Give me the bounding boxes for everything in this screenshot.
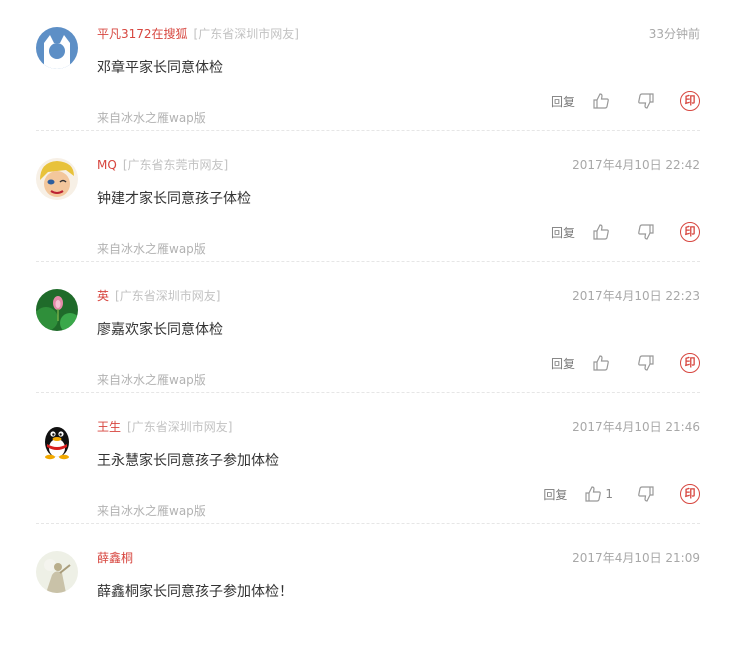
- dislike-button[interactable]: [637, 354, 655, 372]
- user-location: [广东省深圳市网友]: [127, 420, 233, 434]
- thumbs-up-icon: [592, 223, 610, 241]
- like-button[interactable]: [592, 92, 613, 110]
- default-avatar[interactable]: [36, 27, 78, 69]
- comment-meta: 王生 [广东省深圳市网友]: [97, 419, 232, 435]
- cartoon-avatar[interactable]: [36, 158, 78, 200]
- reply-button[interactable]: 回复: [551, 224, 575, 241]
- comment-text: 邓章平家长同意体检: [97, 60, 223, 76]
- comment-meta: 英 [广东省深圳市网友]: [97, 288, 220, 304]
- comment-actions: 回复 印: [551, 90, 700, 112]
- comment-time: 2017年4月10日 22:42: [572, 158, 700, 172]
- username-link[interactable]: 薛鑫桐: [97, 551, 133, 565]
- like-button[interactable]: [592, 223, 613, 241]
- comment-item: 平凡3172在搜狐 [广东省深圳市网友] 33分钟前 邓章平家长同意体检 回复 印…: [0, 0, 735, 131]
- reply-button[interactable]: 回复: [551, 93, 575, 110]
- stamp-button[interactable]: 印: [680, 91, 700, 111]
- stamp-button[interactable]: 印: [680, 222, 700, 242]
- comment-source: 来自冰水之雁wap版: [97, 504, 206, 518]
- user-location: [广东省深圳市网友]: [193, 27, 299, 41]
- username-link[interactable]: MQ: [97, 158, 117, 172]
- comment-actions: 回复 印: [551, 221, 700, 243]
- dislike-button[interactable]: [637, 223, 655, 241]
- comment-source: 来自冰水之雁wap版: [97, 373, 206, 387]
- comment-meta: 薛鑫桐: [97, 550, 139, 566]
- comment-text: 王永慧家长同意孩子参加体检: [97, 453, 279, 469]
- comment-text: 薛鑫桐家长同意孩子参加体检！: [97, 584, 293, 600]
- comment-time: 2017年4月10日 22:23: [572, 289, 700, 303]
- comment-item: 英 [广东省深圳市网友] 2017年4月10日 22:23 廖嘉欢家长同意体检 回…: [0, 262, 735, 393]
- comment-text: 钟建才家长同意孩子体检: [97, 191, 251, 207]
- comment-meta: MQ [广东省东莞市网友]: [97, 157, 228, 173]
- comment-text: 廖嘉欢家长同意体检: [97, 322, 223, 338]
- photo-avatar[interactable]: [36, 551, 78, 593]
- comment-actions: 回复 印: [551, 352, 700, 374]
- username-link[interactable]: 王生: [97, 420, 121, 434]
- like-button[interactable]: 1: [584, 485, 613, 503]
- comment-time: 2017年4月10日 21:09: [572, 551, 700, 565]
- thumbs-down-icon: [637, 354, 655, 372]
- dislike-button[interactable]: [637, 485, 655, 503]
- reply-button[interactable]: 回复: [543, 486, 567, 503]
- thumbs-up-icon: [592, 354, 610, 372]
- reply-button[interactable]: 回复: [551, 355, 575, 372]
- comment-meta: 平凡3172在搜狐 [广东省深圳市网友]: [97, 26, 299, 42]
- thumbs-down-icon: [637, 92, 655, 110]
- comment-item: 薛鑫桐 2017年4月10日 21:09 薛鑫桐家长同意孩子参加体检！: [0, 524, 735, 655]
- lotus-avatar[interactable]: [36, 289, 78, 331]
- thumbs-up-icon: [584, 485, 602, 503]
- username-link[interactable]: 英: [97, 289, 109, 303]
- comment-time: 2017年4月10日 21:46: [572, 420, 700, 434]
- comment-source: 来自冰水之雁wap版: [97, 111, 206, 125]
- thumbs-up-icon: [592, 92, 610, 110]
- dislike-button[interactable]: [637, 92, 655, 110]
- comment-item: 王生 [广东省深圳市网友] 2017年4月10日 21:46 王永慧家长同意孩子参…: [0, 393, 735, 524]
- comment-item: MQ [广东省东莞市网友] 2017年4月10日 22:42 钟建才家长同意孩子体…: [0, 131, 735, 262]
- username-link[interactable]: 平凡3172在搜狐: [97, 27, 188, 41]
- thumbs-down-icon: [637, 485, 655, 503]
- user-location: [广东省深圳市网友]: [115, 289, 221, 303]
- comment-actions: 回复 1 印: [543, 483, 700, 505]
- user-location: [广东省东莞市网友]: [122, 158, 229, 172]
- like-button[interactable]: [592, 354, 613, 372]
- comment-time: 33分钟前: [648, 27, 700, 41]
- penguin-avatar[interactable]: [36, 420, 78, 462]
- thumbs-down-icon: [637, 223, 655, 241]
- like-count: 1: [605, 487, 613, 501]
- stamp-button[interactable]: 印: [680, 484, 700, 504]
- comment-list: 平凡3172在搜狐 [广东省深圳市网友] 33分钟前 邓章平家长同意体检 回复 印…: [0, 0, 735, 655]
- stamp-button[interactable]: 印: [680, 353, 700, 373]
- comment-source: 来自冰水之雁wap版: [97, 242, 206, 256]
